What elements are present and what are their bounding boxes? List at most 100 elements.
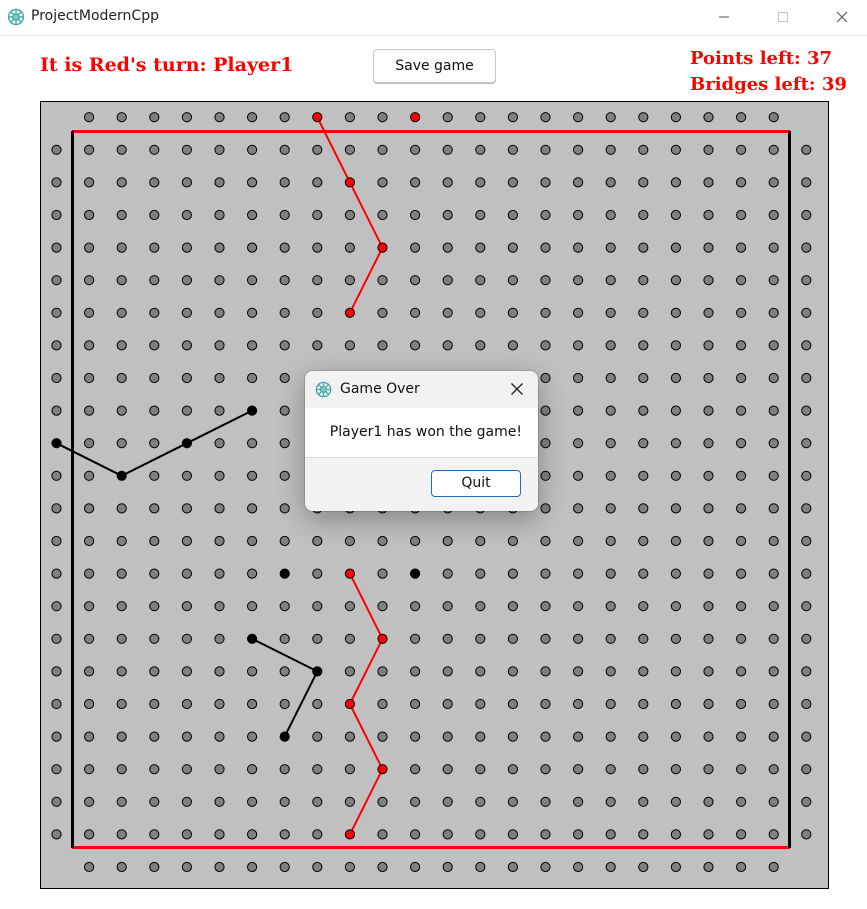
black-peg[interactable] xyxy=(181,438,192,449)
empty-peg-hole[interactable] xyxy=(279,242,290,253)
empty-peg-hole[interactable] xyxy=(605,209,616,221)
empty-peg-hole[interactable] xyxy=(605,829,616,840)
empty-peg-hole[interactable] xyxy=(279,633,290,644)
empty-peg-hole[interactable] xyxy=(442,340,453,351)
empty-peg-hole[interactable] xyxy=(149,861,160,873)
empty-peg-hole[interactable] xyxy=(768,796,779,807)
empty-peg-hole[interactable] xyxy=(540,372,551,384)
empty-peg-hole[interactable] xyxy=(475,209,486,221)
empty-peg-hole[interactable] xyxy=(670,731,682,742)
empty-peg-hole[interactable] xyxy=(605,568,616,579)
empty-peg-hole[interactable] xyxy=(214,601,225,612)
empty-peg-hole[interactable] xyxy=(638,535,649,547)
empty-peg-hole[interactable] xyxy=(768,372,779,384)
empty-peg-hole[interactable] xyxy=(801,372,812,384)
empty-peg-hole[interactable] xyxy=(605,112,616,123)
empty-peg-hole[interactable] xyxy=(410,144,421,155)
empty-peg-hole[interactable] xyxy=(736,275,747,286)
empty-peg-hole[interactable] xyxy=(475,275,486,286)
empty-peg-hole[interactable] xyxy=(573,242,584,253)
empty-peg-hole[interactable] xyxy=(214,275,225,286)
empty-peg-hole[interactable] xyxy=(573,177,584,188)
empty-peg-hole[interactable] xyxy=(247,698,258,710)
empty-peg-hole[interactable] xyxy=(344,764,355,775)
empty-peg-hole[interactable] xyxy=(540,796,551,807)
empty-peg-hole[interactable] xyxy=(670,796,682,807)
empty-peg-hole[interactable] xyxy=(377,698,388,710)
empty-peg-hole[interactable] xyxy=(312,829,323,840)
empty-peg-hole[interactable] xyxy=(149,633,160,644)
empty-peg-hole[interactable] xyxy=(149,503,160,514)
empty-peg-hole[interactable] xyxy=(703,209,714,221)
empty-peg-hole[interactable] xyxy=(149,829,160,840)
empty-peg-hole[interactable] xyxy=(214,503,225,514)
empty-peg-hole[interactable] xyxy=(214,112,225,123)
quit-button[interactable]: Quit xyxy=(431,470,521,497)
empty-peg-hole[interactable] xyxy=(312,861,323,873)
empty-peg-hole[interactable] xyxy=(181,731,192,742)
empty-peg-hole[interactable] xyxy=(736,666,747,677)
empty-peg-hole[interactable] xyxy=(703,177,714,188)
empty-peg-hole[interactable] xyxy=(84,568,95,579)
empty-peg-hole[interactable] xyxy=(638,307,649,318)
empty-peg-hole[interactable] xyxy=(475,698,486,710)
empty-peg-hole[interactable] xyxy=(670,112,682,123)
empty-peg-hole[interactable] xyxy=(312,535,323,547)
empty-peg-hole[interactable] xyxy=(736,405,747,416)
empty-peg-hole[interactable] xyxy=(377,861,388,873)
empty-peg-hole[interactable] xyxy=(703,666,714,677)
empty-peg-hole[interactable] xyxy=(344,535,355,547)
empty-peg-hole[interactable] xyxy=(344,275,355,286)
empty-peg-hole[interactable] xyxy=(540,666,551,677)
empty-peg-hole[interactable] xyxy=(540,601,551,612)
empty-peg-hole[interactable] xyxy=(605,242,616,253)
empty-peg-hole[interactable] xyxy=(801,144,812,155)
empty-peg-hole[interactable] xyxy=(670,340,682,351)
red-peg[interactable] xyxy=(312,112,323,123)
empty-peg-hole[interactable] xyxy=(801,405,812,416)
empty-peg-hole[interactable] xyxy=(442,633,453,644)
empty-peg-hole[interactable] xyxy=(214,861,225,873)
empty-peg-hole[interactable] xyxy=(507,731,518,742)
empty-peg-hole[interactable] xyxy=(736,601,747,612)
empty-peg-hole[interactable] xyxy=(51,666,62,677)
empty-peg-hole[interactable] xyxy=(573,796,584,807)
empty-peg-hole[interactable] xyxy=(279,275,290,286)
empty-peg-hole[interactable] xyxy=(703,829,714,840)
red-peg[interactable] xyxy=(344,829,355,840)
empty-peg-hole[interactable] xyxy=(51,535,62,547)
empty-peg-hole[interactable] xyxy=(84,731,95,742)
empty-peg-hole[interactable] xyxy=(116,144,127,155)
empty-peg-hole[interactable] xyxy=(344,796,355,807)
empty-peg-hole[interactable] xyxy=(312,601,323,612)
empty-peg-hole[interactable] xyxy=(181,144,192,155)
empty-peg-hole[interactable] xyxy=(51,405,62,416)
empty-peg-hole[interactable] xyxy=(116,666,127,677)
empty-peg-hole[interactable] xyxy=(214,438,225,449)
empty-peg-hole[interactable] xyxy=(475,861,486,873)
empty-peg-hole[interactable] xyxy=(801,535,812,547)
empty-peg-hole[interactable] xyxy=(279,698,290,710)
empty-peg-hole[interactable] xyxy=(638,829,649,840)
empty-peg-hole[interactable] xyxy=(573,503,584,514)
empty-peg-hole[interactable] xyxy=(51,601,62,612)
empty-peg-hole[interactable] xyxy=(247,666,258,677)
empty-peg-hole[interactable] xyxy=(670,275,682,286)
red-peg[interactable] xyxy=(344,177,355,188)
empty-peg-hole[interactable] xyxy=(638,633,649,644)
empty-peg-hole[interactable] xyxy=(801,829,812,840)
empty-peg-hole[interactable] xyxy=(410,601,421,612)
empty-peg-hole[interactable] xyxy=(573,535,584,547)
empty-peg-hole[interactable] xyxy=(181,470,192,481)
empty-peg-hole[interactable] xyxy=(507,177,518,188)
empty-peg-hole[interactable] xyxy=(84,340,95,351)
empty-peg-hole[interactable] xyxy=(279,307,290,318)
red-peg[interactable] xyxy=(377,764,388,775)
empty-peg-hole[interactable] xyxy=(214,307,225,318)
empty-peg-hole[interactable] xyxy=(149,470,160,481)
empty-peg-hole[interactable] xyxy=(279,796,290,807)
empty-peg-hole[interactable] xyxy=(475,340,486,351)
empty-peg-hole[interactable] xyxy=(149,601,160,612)
empty-peg-hole[interactable] xyxy=(507,633,518,644)
empty-peg-hole[interactable] xyxy=(377,731,388,742)
